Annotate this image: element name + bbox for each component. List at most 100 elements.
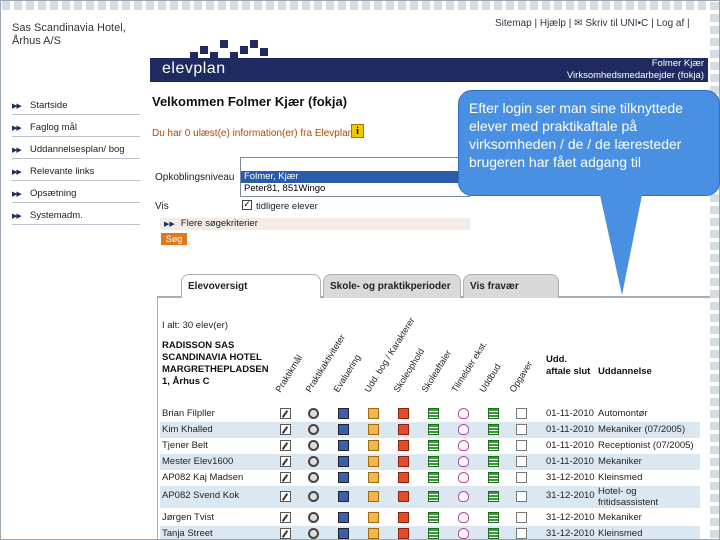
school-icon[interactable] <box>398 528 409 539</box>
list-icon[interactable] <box>488 512 499 523</box>
gear-icon[interactable] <box>308 491 319 502</box>
student-name[interactable]: Mester Elev1600 <box>162 456 233 467</box>
list-icon[interactable] <box>488 491 499 502</box>
document-icon[interactable] <box>338 491 349 502</box>
edit-icon[interactable] <box>280 408 291 419</box>
folder-icon[interactable] <box>368 491 379 502</box>
tab-vis-fravaer[interactable]: Vis fravær <box>463 274 559 298</box>
connection-option[interactable]: Peter81, 851Wingo <box>241 183 469 195</box>
sidebar-item-opsaetning[interactable]: ▶▶ Opsætning <box>12 185 140 203</box>
gear-icon[interactable] <box>308 472 319 483</box>
help-link[interactable]: Hjælp <box>540 18 566 29</box>
unread-info-link[interactable]: Du har 0 ulæst(e) information(er) fra El… <box>152 128 353 139</box>
student-name[interactable]: Tanja Street <box>162 528 213 539</box>
bulb-icon[interactable] <box>458 456 469 467</box>
logout-link[interactable]: Log af <box>656 18 684 29</box>
tab-skole-praktikperioder[interactable]: Skole- og praktikperioder <box>323 274 461 298</box>
document-icon[interactable] <box>338 472 349 483</box>
info-icon[interactable]: i <box>351 124 364 138</box>
document-icon[interactable] <box>338 408 349 419</box>
page-icon[interactable] <box>516 528 527 539</box>
document-icon[interactable] <box>338 456 349 467</box>
page-icon[interactable] <box>516 408 527 419</box>
page-icon[interactable] <box>516 472 527 483</box>
document-icon[interactable] <box>338 512 349 523</box>
bulb-icon[interactable] <box>458 528 469 539</box>
sidebar-item-relevante-links[interactable]: ▶▶ Relevante links <box>12 163 140 181</box>
connection-option[interactable]: Folmer, Kjær <box>241 171 469 183</box>
list-icon[interactable] <box>428 440 439 451</box>
bulb-icon[interactable] <box>458 512 469 523</box>
list-icon[interactable] <box>428 424 439 435</box>
list-icon[interactable] <box>428 491 439 502</box>
page-icon[interactable] <box>516 491 527 502</box>
list-icon[interactable] <box>488 472 499 483</box>
student-name[interactable]: Tjener Belt <box>162 440 208 451</box>
document-icon[interactable] <box>338 440 349 451</box>
bulb-icon[interactable] <box>458 424 469 435</box>
sidebar-item-startside[interactable]: ▶▶ Startside <box>12 97 140 115</box>
list-icon[interactable] <box>488 440 499 451</box>
sidebar-item-uddannelsesplan[interactable]: ▶▶ Uddannelsesplan/ bog <box>12 141 140 159</box>
school-icon[interactable] <box>398 472 409 483</box>
gear-icon[interactable] <box>308 456 319 467</box>
list-icon[interactable] <box>428 528 439 539</box>
document-icon[interactable] <box>338 424 349 435</box>
search-button[interactable]: Søg <box>161 233 187 245</box>
student-name[interactable]: AP082 Kaj Madsen <box>162 472 243 483</box>
page-icon[interactable] <box>516 456 527 467</box>
school-icon[interactable] <box>398 424 409 435</box>
folder-icon[interactable] <box>368 440 379 451</box>
list-icon[interactable] <box>488 528 499 539</box>
list-icon[interactable] <box>488 456 499 467</box>
list-icon[interactable] <box>488 424 499 435</box>
edit-icon[interactable] <box>280 491 291 502</box>
edit-icon[interactable] <box>280 528 291 539</box>
list-icon[interactable] <box>428 472 439 483</box>
page-icon[interactable] <box>516 424 527 435</box>
bulb-icon[interactable] <box>458 491 469 502</box>
folder-icon[interactable] <box>368 456 379 467</box>
gear-icon[interactable] <box>308 440 319 451</box>
edit-icon[interactable] <box>280 456 291 467</box>
connection-level-select[interactable]: Folmer, Kjær Peter81, 851Wingo <box>240 157 470 197</box>
sitemap-link[interactable]: Sitemap <box>495 18 532 29</box>
more-criteria-toggle[interactable]: ▶▶ Flere søgekriterier <box>160 218 470 230</box>
bulb-icon[interactable] <box>458 440 469 451</box>
document-icon[interactable] <box>338 528 349 539</box>
gear-icon[interactable] <box>308 408 319 419</box>
school-icon[interactable] <box>398 512 409 523</box>
bulb-icon[interactable] <box>458 472 469 483</box>
folder-icon[interactable] <box>368 512 379 523</box>
bulb-icon[interactable] <box>458 408 469 419</box>
school-icon[interactable] <box>398 456 409 467</box>
edit-icon[interactable] <box>280 512 291 523</box>
page-icon[interactable] <box>516 440 527 451</box>
student-name[interactable]: AP082 Svend Kok <box>162 490 239 501</box>
sidebar-item-systemadm[interactable]: ▶▶ Systemadm. <box>12 207 140 225</box>
list-icon[interactable] <box>428 456 439 467</box>
edit-icon[interactable] <box>280 440 291 451</box>
edit-icon[interactable] <box>280 472 291 483</box>
folder-icon[interactable] <box>368 472 379 483</box>
school-icon[interactable] <box>398 440 409 451</box>
list-icon[interactable] <box>488 408 499 419</box>
previous-students-checkbox[interactable]: ✓ <box>242 200 252 210</box>
list-icon[interactable] <box>428 512 439 523</box>
write-link[interactable]: Skriv til UNI•C <box>585 18 648 29</box>
elevplan-logo[interactable]: elevplan <box>162 60 226 78</box>
school-icon[interactable] <box>398 408 409 419</box>
gear-icon[interactable] <box>308 512 319 523</box>
school-icon[interactable] <box>398 491 409 502</box>
tab-elevoversigt[interactable]: Elevoversigt <box>181 274 321 298</box>
gear-icon[interactable] <box>308 424 319 435</box>
folder-icon[interactable] <box>368 408 379 419</box>
student-name[interactable]: Jørgen Tvist <box>162 512 214 523</box>
folder-icon[interactable] <box>368 424 379 435</box>
edit-icon[interactable] <box>280 424 291 435</box>
folder-icon[interactable] <box>368 528 379 539</box>
page-icon[interactable] <box>516 512 527 523</box>
list-icon[interactable] <box>428 408 439 419</box>
sidebar-item-faglog[interactable]: ▶▶ Faglog mål <box>12 119 140 137</box>
student-name[interactable]: Brian Filpller <box>162 408 215 419</box>
